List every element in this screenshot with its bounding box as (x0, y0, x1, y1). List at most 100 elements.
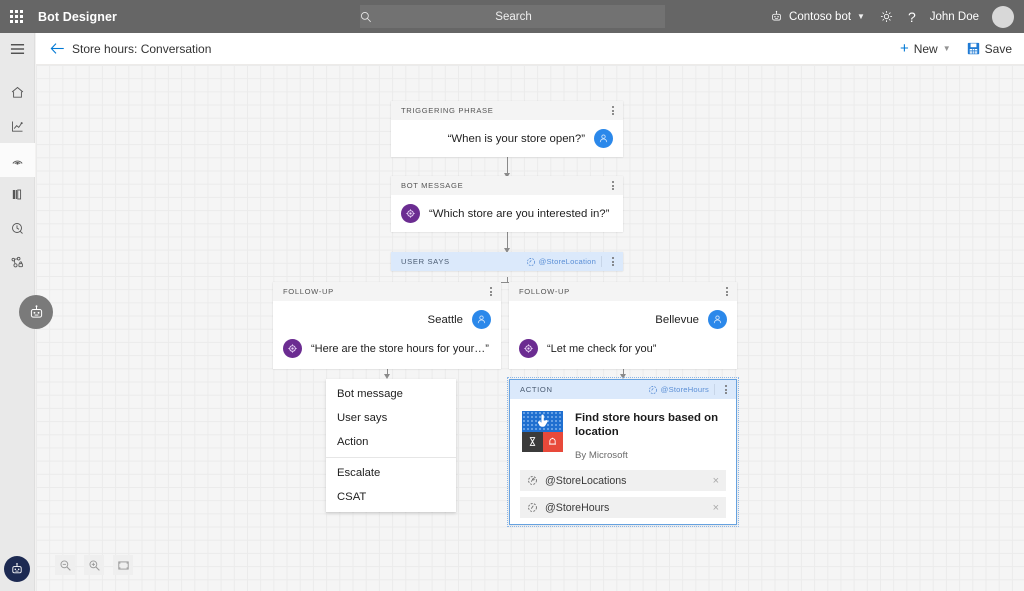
menu-item-label: User says (337, 412, 387, 424)
bot-message-text: “Which store are you interested in?” (429, 208, 609, 220)
entity-icon (527, 502, 538, 513)
choice-row: Seattle (283, 310, 491, 329)
menu-item-action[interactable]: Action (326, 430, 456, 454)
save-button-label: Save (985, 42, 1012, 56)
node-header: ACTION @StoreHours (510, 380, 736, 399)
menu-item-label: Escalate (337, 467, 380, 479)
breadcrumb[interactable]: Store hours: Conversation (72, 42, 211, 56)
follow-up-message-text: “Here are the store hours for your…” (311, 343, 489, 355)
test-bot-button[interactable] (19, 295, 53, 329)
bot-avatar-icon (283, 339, 302, 358)
node-options-button[interactable] (607, 179, 619, 192)
bot-designer-app: Bot Designer Search Contoso bot ▼ ? (0, 0, 1024, 591)
user-menu[interactable]: John Doe (923, 0, 986, 33)
fit-to-screen-icon[interactable] (113, 555, 133, 575)
suite-bar: Bot Designer Search Contoso bot ▼ ? (0, 0, 1024, 33)
chevron-down-icon: ▼ (857, 12, 865, 21)
suite-bar-right: Contoso bot ▼ ? John Doe (763, 0, 1024, 33)
node-body: “Which store are you interested in?” (391, 195, 623, 232)
node-header: FOLLOW-UP (509, 282, 737, 301)
node-options-button[interactable] (607, 255, 619, 268)
search-input[interactable]: Search (360, 5, 665, 28)
node-header-label: TRIGGERING PHRASE (401, 106, 493, 115)
history-icon (10, 221, 25, 236)
choice-text: Seattle (428, 314, 463, 326)
node-body: Bellevue “Let me check for you” (509, 301, 737, 369)
bot-assistant-button[interactable] (4, 556, 30, 582)
settings-button[interactable] (872, 0, 901, 33)
sidebar-item-history[interactable] (0, 211, 35, 245)
sidebar-item-publish[interactable] (0, 143, 35, 177)
sidebar-item-home[interactable] (0, 75, 35, 109)
publish-icon (10, 153, 25, 168)
message-row: “Let me check for you” (519, 339, 727, 358)
node-follow-up-seattle[interactable]: FOLLOW-UP Seattle “He (273, 282, 501, 369)
new-button[interactable]: + New ▼ (900, 41, 951, 56)
library-icon (10, 187, 25, 202)
node-body: “When is your store open?” (391, 120, 623, 157)
hamburger-menu-icon[interactable] (0, 33, 35, 65)
zoom-in-icon[interactable] (84, 555, 104, 575)
flow-canvas[interactable]: TRIGGERING PHRASE “When is your store op… (36, 65, 1024, 591)
bot-avatar-icon (519, 339, 538, 358)
node-options-button[interactable] (607, 104, 619, 117)
sidebar-item-library[interactable] (0, 177, 35, 211)
bot-selector[interactable]: Contoso bot ▼ (763, 0, 872, 33)
save-button[interactable]: Save (967, 42, 1012, 56)
menu-item-user-says[interactable]: User says (326, 406, 456, 430)
action-title: Find store hours based on location (575, 411, 724, 439)
node-triggering-phrase[interactable]: TRIGGERING PHRASE “When is your store op… (391, 101, 623, 157)
connector-trigger-to-bot (507, 155, 508, 175)
node-options-button[interactable] (720, 383, 732, 396)
back-arrow-icon[interactable] (42, 42, 72, 55)
menu-item-csat[interactable]: CSAT (326, 485, 456, 509)
app-launcher-icon[interactable] (0, 0, 33, 33)
action-parameter-store-locations[interactable]: @StoreLocations × (520, 470, 726, 491)
connector-bot-to-user (507, 230, 508, 250)
entity-icon (526, 257, 536, 267)
node-body: Seattle “Here are the store hours for yo… (273, 301, 501, 369)
menu-separator (326, 457, 456, 458)
help-button[interactable]: ? (901, 0, 923, 33)
command-bar: Store hours: Conversation + New ▼ Save (36, 33, 1024, 65)
user-avatar-icon (472, 310, 491, 329)
entity-icon (527, 475, 538, 486)
topics-icon (10, 255, 25, 270)
zoom-out-icon[interactable] (55, 555, 75, 575)
entity-chip[interactable]: @StoreHours (648, 385, 709, 395)
add-node-menu[interactable]: Bot message User says Action Escalate CS… (326, 379, 456, 512)
menu-item-bot-message[interactable]: Bot message (326, 382, 456, 406)
close-icon[interactable]: × (713, 502, 719, 514)
user-avatar-icon (708, 310, 727, 329)
node-bot-message[interactable]: BOT MESSAGE “Which store are you interes… (391, 176, 623, 232)
menu-item-label: CSAT (337, 491, 366, 503)
choice-row: Bellevue (519, 310, 727, 329)
node-follow-up-bellevue[interactable]: FOLLOW-UP Bellevue “L (509, 282, 737, 369)
close-icon[interactable]: × (713, 475, 719, 487)
parameter-label: @StoreLocations (545, 475, 706, 487)
node-options-button[interactable] (721, 285, 733, 298)
action-publisher: By Microsoft (575, 450, 724, 461)
menu-item-label: Action (337, 436, 368, 448)
menu-item-escalate[interactable]: Escalate (326, 461, 456, 485)
gear-icon (879, 9, 894, 24)
entity-icon (648, 385, 658, 395)
choice-text: Bellevue (655, 314, 699, 326)
action-parameter-store-hours[interactable]: @StoreHours × (520, 497, 726, 518)
entity-label: @StoreHours (661, 385, 709, 394)
node-action-card[interactable]: ACTION @StoreHours (509, 379, 737, 525)
node-user-says[interactable]: USER SAYS @StoreLocation (391, 252, 623, 271)
entity-chip[interactable]: @StoreLocation (526, 257, 596, 267)
menu-item-label: Bot message (337, 388, 403, 400)
node-options-button[interactable] (485, 285, 497, 298)
node-header-label: FOLLOW-UP (283, 287, 334, 296)
header-divider (601, 256, 602, 267)
node-header-label: ACTION (520, 385, 553, 394)
user-avatar-icon (594, 129, 613, 148)
parameter-label: @StoreHours (545, 502, 706, 514)
follow-up-message-text: “Let me check for you” (547, 343, 656, 355)
avatar[interactable] (992, 6, 1014, 28)
sidebar-item-analytics[interactable] (0, 109, 35, 143)
bot-selector-label: Contoso bot (789, 11, 851, 23)
sidebar-item-topics[interactable] (0, 245, 35, 279)
